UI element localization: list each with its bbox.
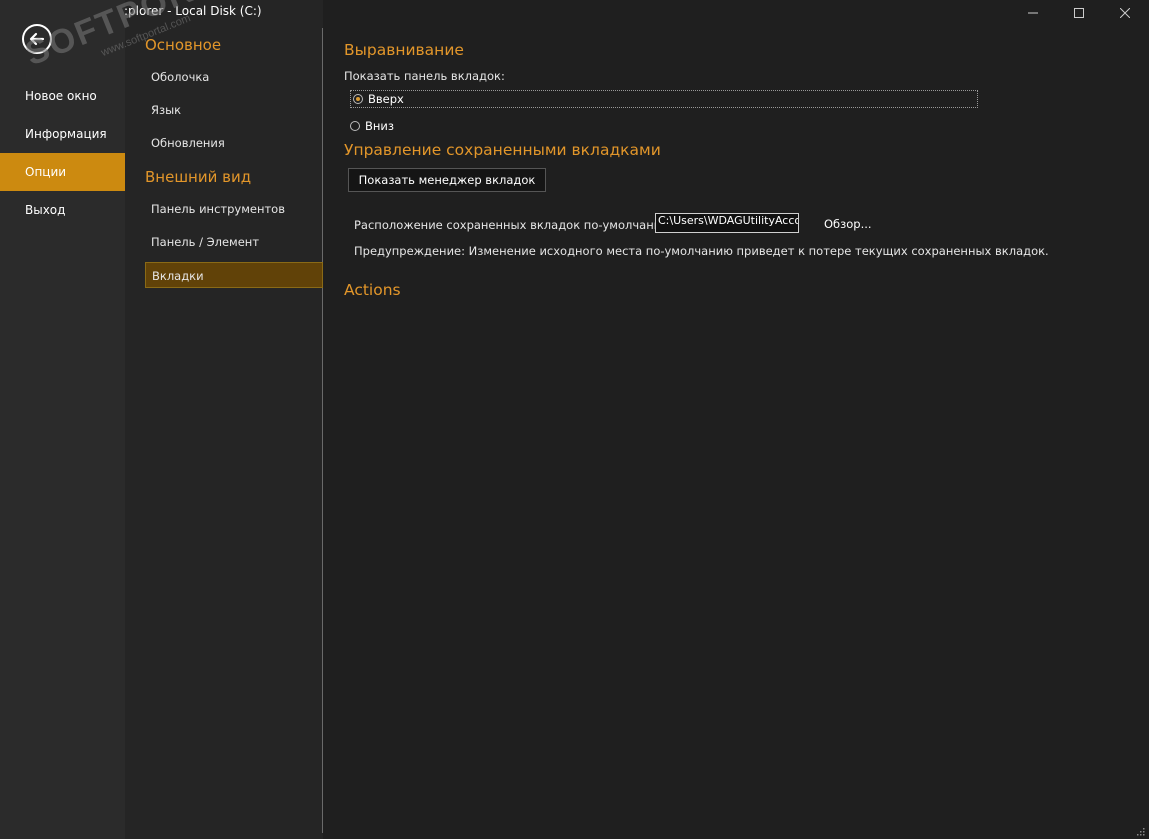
location-label: Расположение сохраненных вкладок по-умол… [354,218,675,232]
submenu-item-panel-element[interactable]: Панель / Элемент [145,229,323,255]
nav-item-info[interactable]: Информация [0,115,125,153]
submenu-item-toolbar[interactable]: Панель инструментов [145,196,323,222]
submenu-item-shell[interactable]: Оболочка [145,64,323,90]
back-button[interactable] [22,24,52,54]
radio-top-indicator [353,94,363,104]
warning-text: Предупреждение: Изменение исходного мест… [354,244,1049,258]
radio-bottom-label: Вниз [365,119,394,133]
show-tabbar-label: Показать панель вкладок: [344,69,505,83]
nav-item-new-window[interactable]: Новое окно [0,77,125,115]
nav-item-options[interactable]: Опции [0,153,125,191]
radio-bottom-indicator [350,121,360,131]
radio-top[interactable]: Вверх [350,90,978,108]
submenu-item-tabs[interactable]: Вкладки [145,262,323,288]
options-submenu: Основное Оболочка Язык Обновления Внешни… [125,0,323,839]
arrow-left-icon [29,32,45,46]
browse-button[interactable]: Обзор... [824,217,872,231]
actions-heading: Actions [344,281,401,299]
radio-top-label: Вверх [368,92,404,106]
nav-item-exit[interactable]: Выход [0,191,125,229]
section-general-heading: Основное [145,36,222,54]
alignment-heading: Выравнивание [344,41,464,59]
submenu-item-updates[interactable]: Обновления [145,130,323,156]
resize-grip-icon[interactable] [1135,826,1145,836]
radio-bottom[interactable]: Вниз [350,117,394,135]
window-title: :plorer - Local Disk (C:) [124,4,262,18]
submenu-item-language[interactable]: Язык [145,97,323,123]
location-input[interactable]: C:\Users\WDAGUtilityAcco [655,213,799,233]
options-content: Выравнивание Показать панель вкладок: Вв… [324,0,1149,839]
section-appearance-heading: Внешний вид [145,168,252,186]
saved-tabs-heading: Управление сохраненными вкладками [344,141,661,159]
show-tab-manager-button[interactable]: Показать менеджер вкладок [348,168,546,192]
left-nav: Новое окно Информация Опции Выход [0,0,125,839]
